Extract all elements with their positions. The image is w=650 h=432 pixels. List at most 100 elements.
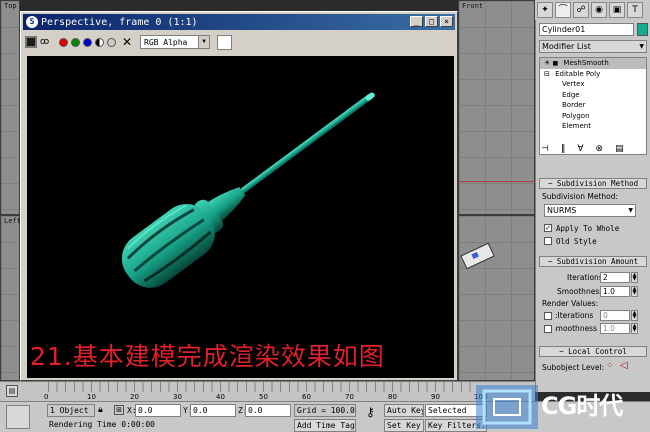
x-coordinate-field[interactable]: 0.0 xyxy=(135,404,181,417)
spinner-arrows[interactable]: ▲ ▼ xyxy=(631,272,638,283)
grid-size-display: Grid = 100.0 xyxy=(294,404,356,417)
maximize-button[interactable]: □ xyxy=(425,16,438,27)
collapse-icon[interactable]: ⊟ xyxy=(544,70,550,78)
modify-tab-icon[interactable]: ⌒ xyxy=(555,2,571,18)
stack-item-editable-poly[interactable]: ⊟ Editable Poly xyxy=(540,69,646,80)
render-smoothness-spinner[interactable]: 1.0 xyxy=(600,323,630,334)
red-channel-icon[interactable] xyxy=(59,37,68,47)
key-icon[interactable]: ⚷ xyxy=(366,406,375,418)
subobject-level-label: Subobject Level: xyxy=(542,363,605,372)
subdivision-method-select[interactable]: NURMS ▼ xyxy=(544,204,636,217)
old-style-checkbox[interactable] xyxy=(544,237,552,245)
clone-window-icon[interactable]: ꝏ xyxy=(40,36,52,48)
modifier-list-label: Modifier List xyxy=(542,42,591,51)
left-viewport[interactable]: Left xyxy=(0,215,21,381)
render-iterations-spinner[interactable]: 0 xyxy=(600,310,630,321)
color-swatch[interactable] xyxy=(217,34,232,50)
stack-subitem-vertex[interactable]: Vertex xyxy=(540,79,646,90)
absolute-mode-icon[interactable]: ⊞ xyxy=(114,405,124,415)
iterations-spinner[interactable]: 2 xyxy=(600,272,630,283)
set-key-button[interactable]: Set Key xyxy=(384,419,424,432)
stack-item-label: Vertex xyxy=(562,80,585,88)
auto-key-button[interactable]: Auto Key xyxy=(384,404,424,417)
render-window-title: Perspective, frame 0 (1:1) xyxy=(41,16,198,28)
rendered-screwdriver-image xyxy=(121,92,375,288)
local-control-rollout[interactable]: − Local Control xyxy=(539,346,647,357)
stack-subitem-edge[interactable]: Edge xyxy=(540,90,646,101)
minimize-button[interactable]: _ xyxy=(410,16,423,27)
method-value: NURMS xyxy=(547,206,577,215)
time-slider-track[interactable]: ▤ 0102030405060708090100 xyxy=(0,381,535,401)
render-smoothness-label: Smoothness: xyxy=(555,324,597,333)
channel-select[interactable]: RGB Alpha ▼ xyxy=(140,35,210,49)
stack-subitem-polygon[interactable]: Polygon xyxy=(540,111,646,122)
make-unique-icon[interactable]: ∀ xyxy=(577,144,583,158)
render-caption: 21.基本建模完成渲染效果如图 xyxy=(30,342,385,371)
subdivision-method-rollout[interactable]: − Subdivision Method xyxy=(539,178,647,189)
object-color-swatch[interactable] xyxy=(637,23,648,36)
add-time-tag-button[interactable]: Add Time Tag xyxy=(294,419,356,432)
spinner-arrows[interactable]: ▲ ▼ xyxy=(631,310,638,321)
top-viewport[interactable]: Top xyxy=(0,0,20,215)
perspective-viewport[interactable] xyxy=(458,215,535,381)
object-name-field[interactable]: Cylinder01 xyxy=(539,23,634,36)
green-channel-icon[interactable] xyxy=(71,37,80,47)
stack-subitem-border[interactable]: Border xyxy=(540,100,646,111)
alpha-channel-icon[interactable] xyxy=(95,37,104,47)
selection-lock-icon[interactable]: 🔒︎ xyxy=(98,405,103,415)
left-viewport-label: Left xyxy=(4,217,21,225)
spinner-arrows[interactable]: ▲ ▼ xyxy=(631,286,638,297)
apply-to-whole-checkbox[interactable]: ✓ xyxy=(544,224,552,232)
stack-item-meshsmooth[interactable]: ☀ ■ MeshSmooth xyxy=(540,58,646,69)
front-viewport[interactable]: Front xyxy=(458,0,536,215)
pin-stack-icon[interactable]: ⊣ xyxy=(541,144,549,158)
blue-channel-icon[interactable] xyxy=(83,37,92,47)
command-panel: Cylinder01 Modifier List ▼ ☀ ■ MeshSmoot… xyxy=(535,20,650,392)
stack-subitem-element[interactable]: Element xyxy=(540,121,646,132)
remove-modifier-icon[interactable]: ⊗ xyxy=(596,144,604,158)
time-configuration-icon[interactable]: ▤ xyxy=(6,385,18,397)
top-viewport-label: Top xyxy=(4,2,17,10)
stack-item-label: Border xyxy=(562,101,586,109)
monochrome-icon[interactable] xyxy=(107,37,116,47)
close-button[interactable]: × xyxy=(440,16,453,27)
utilities-tab-icon[interactable]: T xyxy=(627,2,643,18)
smoothness-spinner[interactable]: 1.0 xyxy=(600,286,630,297)
y-coordinate-field[interactable]: 0.0 xyxy=(190,404,236,417)
time-tick-label: 60 xyxy=(302,393,311,401)
motion-tab-icon[interactable]: ◉ xyxy=(591,2,607,18)
render-window-titlebar[interactable]: S Perspective, frame 0 (1:1) _ □ × xyxy=(23,14,455,30)
subdivision-method-label: Subdivision Method: xyxy=(542,192,619,201)
save-image-icon[interactable] xyxy=(25,36,37,48)
time-tick-label: 90 xyxy=(431,393,440,401)
subdivision-amount-rollout[interactable]: − Subdivision Amount xyxy=(539,256,647,267)
display-tab-icon[interactable]: ▣ xyxy=(609,2,625,18)
vertex-level-icon[interactable]: ⁘ xyxy=(606,361,614,371)
viewport-grid xyxy=(1,1,19,214)
render-smoothness-checkbox[interactable] xyxy=(544,325,552,333)
render-iterations-checkbox[interactable] xyxy=(544,312,552,320)
z-coordinate-field[interactable]: 0.0 xyxy=(245,404,291,417)
rendered-frame-window: S Perspective, frame 0 (1:1) _ □ × ꝏ ✕ R… xyxy=(20,11,458,381)
render-iterations-label: Iterations: xyxy=(555,311,594,320)
time-tick-label: 50 xyxy=(259,393,268,401)
time-ruler xyxy=(48,382,478,392)
chevron-down-icon: ▼ xyxy=(198,36,209,48)
lightbulb-icon[interactable]: ☀ xyxy=(544,59,550,67)
time-tick-label: 80 xyxy=(388,393,397,401)
create-tab-icon[interactable]: ✦ xyxy=(537,2,553,18)
modifier-list-dropdown[interactable]: Modifier List ▼ xyxy=(539,40,647,53)
expand-icon[interactable]: ■ xyxy=(553,60,559,67)
old-style-label: Old Style xyxy=(556,237,597,246)
edge-level-icon[interactable]: ◁ xyxy=(620,360,628,371)
smoothness-label: Smoothness: xyxy=(557,287,606,296)
stack-item-label: Element xyxy=(562,122,591,130)
spinner-arrows[interactable]: ▲ ▼ xyxy=(631,323,638,334)
command-panel-tabs: ✦ ⌒ ☍ ◉ ▣ T xyxy=(535,0,650,20)
max-app-icon: S xyxy=(26,16,38,28)
clear-icon[interactable]: ✕ xyxy=(122,36,134,48)
show-end-result-icon[interactable]: ‖ xyxy=(561,144,566,158)
hierarchy-tab-icon[interactable]: ☍ xyxy=(573,2,589,18)
maxscript-listener-icon[interactable] xyxy=(6,405,30,429)
configure-sets-icon[interactable]: ▤ xyxy=(615,144,624,158)
